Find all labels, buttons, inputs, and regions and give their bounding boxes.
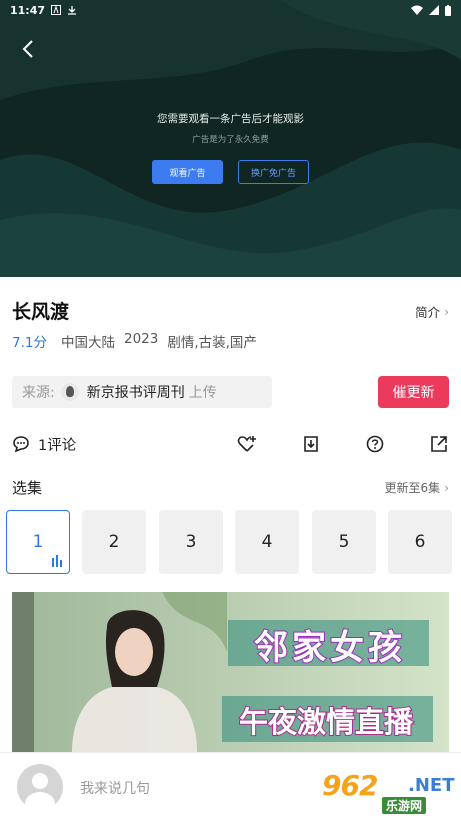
notification-a-icon: [51, 5, 62, 15]
episode-item[interactable]: 1: [6, 510, 70, 574]
episode-number: 5: [338, 532, 350, 552]
question-icon: [366, 435, 384, 453]
source-label: 来源:: [22, 385, 55, 401]
episode-number: 2: [108, 532, 120, 552]
heart-plus-icon: [237, 436, 256, 452]
ad-subtext: 广告是为了永久免费: [192, 135, 269, 145]
episode-item[interactable]: 5: [312, 510, 376, 574]
source-bar[interactable]: 来源: 新京报书评周刊 上传: [12, 376, 272, 408]
watermark-logo: 962 .NET 乐游网: [322, 763, 456, 815]
intro-link[interactable]: 简介 ›: [415, 302, 449, 321]
help-button[interactable]: [365, 434, 385, 454]
banner-image: 邻家女孩 午夜激情直播: [12, 592, 449, 752]
user-avatar[interactable]: [17, 764, 63, 810]
episode-item[interactable]: 4: [235, 510, 299, 574]
watch-ad-button[interactable]: 观看广告: [152, 160, 223, 184]
episode-item[interactable]: 3: [159, 510, 223, 574]
favorite-button[interactable]: [237, 434, 257, 454]
download-button[interactable]: [301, 434, 321, 454]
back-button[interactable]: [18, 38, 40, 60]
banner-line2: 午夜激情直播: [239, 705, 414, 739]
action-bar: 1评论: [12, 432, 449, 456]
score: 7.1分: [12, 335, 47, 351]
comment-count: 1评论: [38, 437, 77, 454]
watermark-cn: 乐游网: [382, 797, 427, 814]
update-status: 更新至6集: [384, 481, 441, 495]
episode-number: 3: [185, 532, 197, 552]
year: 2023: [123, 331, 159, 347]
remove-ad-button[interactable]: 换广免广告: [238, 160, 309, 184]
urge-update-button[interactable]: 催更新: [378, 376, 449, 408]
episode-item[interactable]: 6: [388, 510, 452, 574]
status-bar: 11:47: [0, 0, 461, 20]
playing-bars-icon: [51, 555, 62, 567]
signal-icon: [429, 5, 439, 15]
share-button[interactable]: [429, 434, 449, 454]
upload-suffix: 上传: [188, 385, 217, 401]
chevron-right-icon: ›: [444, 304, 449, 319]
video-player[interactable]: 您需要观看一条广告后才能观影 广告是为了永久免费 观看广告 换广免广告: [0, 0, 461, 277]
episodes-update-link[interactable]: 更新至6集 ›: [385, 479, 449, 496]
comments-link[interactable]: 1评论: [12, 434, 76, 455]
ad-required-message: 您需要观看一条广告后才能观影: [157, 113, 304, 125]
banner-line1: 邻家女孩: [254, 628, 406, 668]
episode-number: 6: [414, 532, 426, 552]
comment-icon: [13, 436, 29, 453]
chevron-left-icon: [22, 40, 33, 58]
intro-label: 简介: [415, 305, 441, 320]
watermark-brand: 962: [322, 769, 378, 802]
battery-icon: [445, 4, 451, 16]
episode-list: 1 2 3 4 5 6: [6, 510, 461, 574]
share-icon: [431, 436, 447, 452]
ad-banner[interactable]: 邻家女孩 午夜激情直播: [12, 592, 449, 752]
download-icon: [68, 6, 77, 15]
episode-item[interactable]: 2: [82, 510, 146, 574]
uploader-avatar: [60, 383, 79, 401]
episode-number: 1: [32, 532, 44, 552]
episode-number: 4: [261, 532, 273, 552]
chevron-right-icon: ›: [444, 480, 449, 495]
watermark-domain: .NET: [408, 775, 455, 796]
status-time: 11:47: [10, 3, 46, 17]
uploader-name: 新京报书评周刊: [86, 385, 185, 401]
video-meta: 7.1分 中国大陆 2023 剧情,古装,国产: [12, 331, 257, 351]
region: 中国大陆: [60, 335, 115, 351]
wifi-icon: [411, 5, 423, 15]
video-title: 长风渡: [12, 301, 70, 323]
download-tray-icon: [304, 436, 318, 452]
comment-input[interactable]: 我来说几句: [80, 778, 150, 798]
genres: 剧情,古装,国产: [167, 335, 257, 351]
episodes-title: 选集: [12, 479, 43, 497]
